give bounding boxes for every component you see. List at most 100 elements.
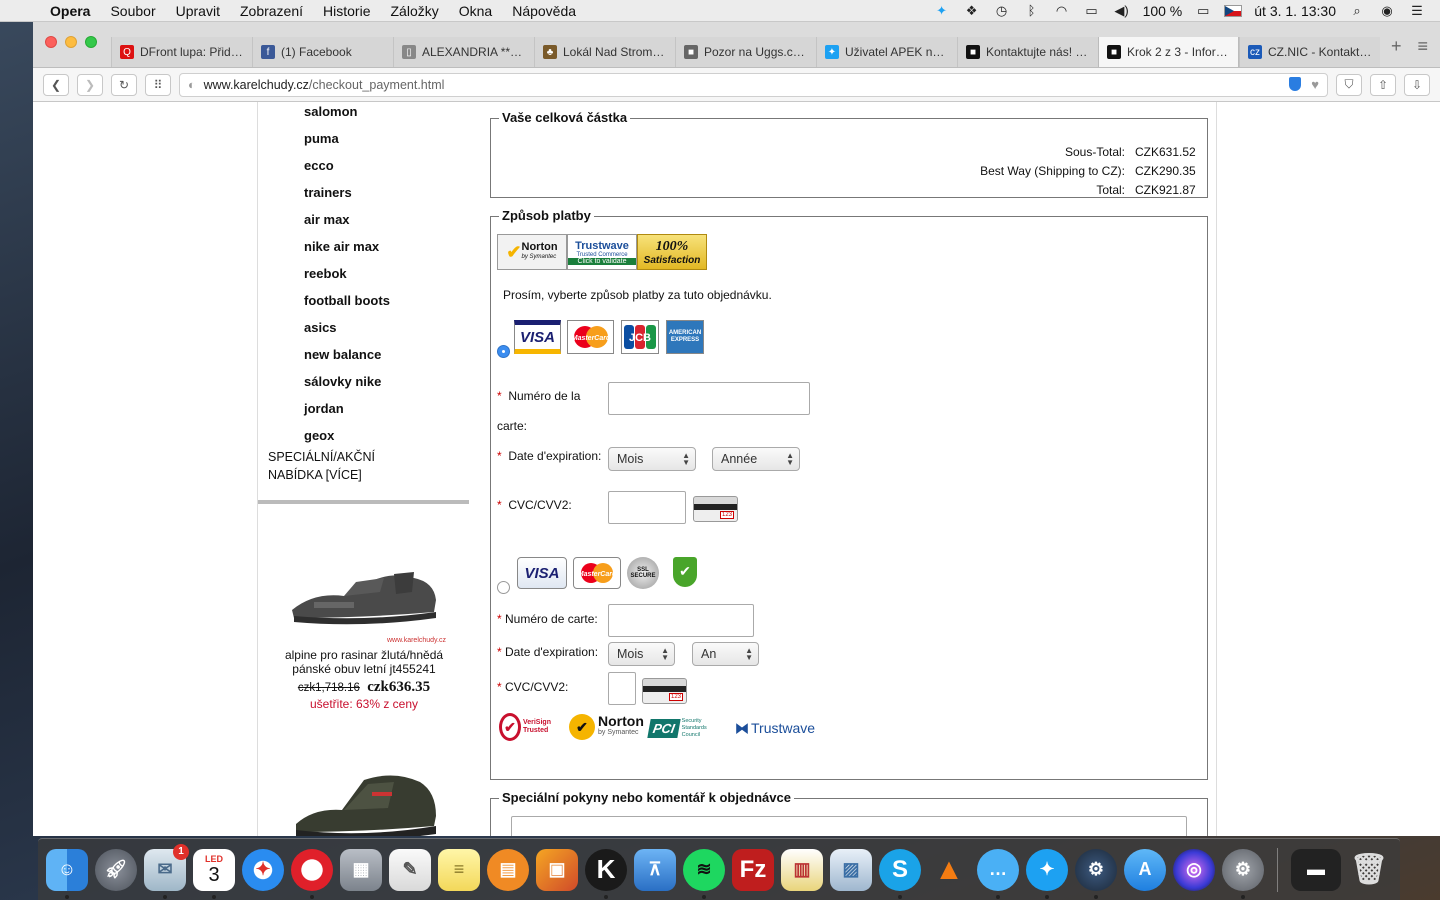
spotify-minimized-icon[interactable]: ▬ — [1291, 848, 1341, 891]
payment-option-1-radio[interactable] — [497, 345, 510, 358]
sidebar-brand-link[interactable]: football boots — [304, 293, 390, 308]
airplay-icon[interactable]: ▭ — [1083, 3, 1101, 19]
downloads-icon[interactable]: ⇩ — [1404, 73, 1430, 96]
browser-tab[interactable]: ■ Kontaktujte nás! : K — [957, 37, 1098, 67]
opera-icon[interactable] — [291, 848, 333, 899]
menu-history[interactable]: Historie — [313, 3, 380, 19]
url-field[interactable]: ◐ www.karelchudy.cz/checkout_payment.htm… — [179, 72, 1328, 97]
messages-icon[interactable]: … — [977, 848, 1019, 899]
forward-button[interactable]: ❯ — [77, 73, 103, 96]
preview-icon[interactable]: ▨ — [830, 848, 872, 891]
menu-app-name[interactable]: Opera — [40, 3, 100, 19]
second-sandal-image[interactable] — [284, 762, 444, 836]
menu-view[interactable]: Zobrazení — [230, 3, 313, 19]
sidebar-brand-link[interactable]: salomon — [304, 104, 357, 119]
menu-window[interactable]: Okna — [449, 3, 502, 19]
menu-file[interactable]: Soubor — [100, 3, 165, 19]
siri-icon[interactable]: ◉ — [1378, 3, 1396, 19]
trash-icon[interactable]: 🗑︎ — [1348, 849, 1390, 891]
share-icon[interactable]: ⇧ — [1370, 73, 1396, 96]
close-window-button[interactable] — [45, 36, 57, 48]
menu-bookmarks[interactable]: Záložky — [381, 3, 449, 19]
steam-icon[interactable]: ⚙ — [1075, 848, 1117, 899]
product-name[interactable]: alpine pro rasinar žlutá/hnědá pánské ob… — [268, 648, 460, 676]
safari-icon[interactable]: ✦ — [242, 848, 284, 891]
vlc-icon[interactable]: ▲ — [928, 849, 970, 891]
expiry-year-select-1[interactable]: Année ▲ ▼ — [712, 447, 800, 471]
trustwave-badge[interactable]: Trustwave Trusted Commerce Click to vali… — [567, 234, 637, 270]
browser-tab[interactable]: ✦ Uživatel APEK na Tw — [816, 37, 957, 67]
browser-tab[interactable]: cz CZ.NIC - Kontakt TI — [1239, 37, 1380, 67]
site-info-icon[interactable]: ◐ — [188, 78, 196, 92]
volume-icon[interactable]: ◀) — [1113, 3, 1131, 19]
browser-tab[interactable]: ♣ Lokál Nad Stromovk — [534, 37, 675, 67]
featured-product[interactable]: www.karelchudy.cz alpine pro rasinar žlu… — [268, 552, 460, 711]
pocket-icon[interactable]: ⛉ — [1336, 73, 1362, 96]
norton-badge[interactable]: ✔ Norton by Symantec — [497, 234, 567, 270]
twitter-icon[interactable]: ✦ — [933, 3, 951, 19]
notification-center-icon[interactable]: ☰ — [1408, 3, 1426, 19]
menu-help[interactable]: Nápověda — [502, 3, 586, 19]
sidebar-brand-link[interactable]: sálovky nike — [304, 374, 381, 389]
pages-icon[interactable]: ▥ — [781, 848, 823, 891]
browser-tab[interactable]: f (1) Facebook — [252, 37, 393, 67]
calculator-icon[interactable]: ▦ — [340, 848, 382, 891]
sidebar-brand-link[interactable]: reebok — [304, 266, 347, 281]
sidebar-brand-link[interactable]: geox — [304, 428, 334, 443]
textedit-icon[interactable]: ✎ — [389, 848, 431, 891]
finder-icon[interactable]: ☺ — [46, 848, 88, 899]
reload-button[interactable]: ↻ — [111, 73, 137, 96]
browser-tab[interactable]: Q DFront lupa: Přidán — [111, 37, 252, 67]
menu-edit[interactable]: Upravit — [166, 3, 230, 19]
zoom-window-button[interactable] — [85, 36, 97, 48]
launchpad-icon[interactable]: 🚀︎ — [95, 848, 137, 891]
keynote-icon[interactable]: ⊼ — [634, 848, 676, 891]
twitter-dock-icon[interactable]: ✦ — [1026, 848, 1068, 899]
wifi-icon[interactable]: ◠ — [1053, 3, 1071, 19]
expiry-month-select-1[interactable]: Mois ▲ ▼ — [608, 447, 696, 471]
sidebar-brand-link[interactable]: air max — [304, 212, 350, 227]
browser-tab[interactable]: ■ Pozor na Uggs.cz, T — [675, 37, 816, 67]
cvv-input-2[interactable] — [608, 672, 636, 705]
sidebar-brand-link[interactable]: ecco — [304, 158, 334, 173]
notes-icon[interactable]: ≡ — [438, 848, 480, 891]
skype-icon[interactable]: S — [879, 848, 921, 899]
time-machine-icon[interactable]: ◷ — [993, 3, 1011, 19]
expiry-month-select-2[interactable]: Mois ▲ ▼ — [608, 642, 675, 666]
sandal-image[interactable] — [284, 552, 444, 632]
klokki-icon[interactable]: K — [585, 848, 627, 899]
cvv-input-1[interactable] — [608, 491, 686, 524]
comments-textarea[interactable] — [511, 816, 1187, 836]
browser-tab[interactable]: ▯ ALEXANDRIA **** S — [393, 37, 534, 67]
sidebar-brand-link[interactable]: trainers — [304, 185, 352, 200]
second-product[interactable] — [268, 762, 460, 836]
browser-tab[interactable]: ■ Krok 2 z 3 - Informa — [1098, 37, 1239, 67]
back-button[interactable]: ❮ — [43, 73, 69, 96]
calendar-icon[interactable]: LED 3 — [193, 848, 235, 899]
app-store-icon[interactable]: A — [1124, 848, 1166, 891]
sidebar-brand-link[interactable]: new balance — [304, 347, 381, 362]
battery-icon[interactable]: ▭ — [1194, 3, 1212, 19]
dropbox-icon[interactable]: ❖ — [963, 3, 981, 19]
tab-menu-icon[interactable]: ≡ — [1417, 36, 1428, 57]
bookmark-heart-icon[interactable]: ♥ — [1311, 77, 1319, 92]
menubar-clock[interactable]: út 3. 1. 13:30 — [1254, 3, 1336, 19]
speed-dial-button[interactable]: ⠿ — [145, 73, 171, 96]
expiry-year-select-2[interactable]: An ▲ ▼ — [692, 642, 759, 666]
filezilla-icon[interactable]: Fz — [732, 848, 774, 891]
sidebar-brand-link[interactable]: nike air max — [304, 239, 379, 254]
new-tab-icon[interactable]: + — [1391, 36, 1402, 57]
mail-icon[interactable]: ✉ 1 — [144, 843, 189, 899]
sidebar-brand-link[interactable]: jordan — [304, 401, 344, 416]
adblock-shield-icon[interactable] — [1289, 77, 1302, 91]
card-number-input-2[interactable] — [608, 604, 754, 637]
special-offers-link[interactable]: SPECIÁLNÍ/AKČNÍ NABÍDKA [VÍCE] — [268, 448, 418, 484]
bluetooth-icon[interactable]: ᛒ — [1023, 3, 1041, 19]
spotify-icon[interactable]: ≋ — [683, 848, 725, 899]
siri-dock-icon[interactable]: ◎ — [1173, 848, 1215, 891]
spotlight-icon[interactable]: ⌕ — [1348, 3, 1366, 19]
ibooks-icon[interactable]: ▤ — [487, 848, 529, 891]
card-number-input-1[interactable] — [608, 382, 810, 415]
input-source-flag-icon[interactable] — [1224, 4, 1243, 17]
photos-edit-icon[interactable]: ▣ — [536, 848, 578, 891]
